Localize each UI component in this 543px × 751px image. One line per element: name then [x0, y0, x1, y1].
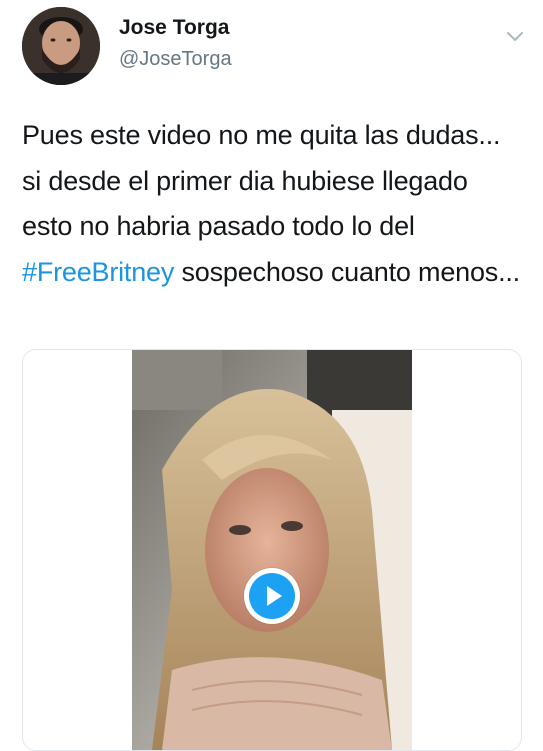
- play-button[interactable]: [244, 568, 300, 624]
- hashtag-link[interactable]: #FreeBritney: [22, 257, 174, 287]
- video-card[interactable]: [22, 349, 522, 751]
- tweet-text: Pues este video no me quita las dudas...…: [22, 113, 522, 295]
- tweet-text-end: sospechoso cuanto menos...: [174, 256, 520, 287]
- video-thumbnail[interactable]: [132, 350, 412, 750]
- author-avatar[interactable]: [22, 7, 100, 85]
- author-handle[interactable]: @JoseTorga: [119, 48, 232, 71]
- chevron-down-icon[interactable]: [504, 25, 526, 47]
- author-name[interactable]: Jose Torga: [119, 16, 229, 40]
- tweet-text-start: Pues este video no me quita las dudas...…: [22, 120, 501, 242]
- avatar-image: [22, 7, 100, 85]
- play-icon: [249, 573, 295, 619]
